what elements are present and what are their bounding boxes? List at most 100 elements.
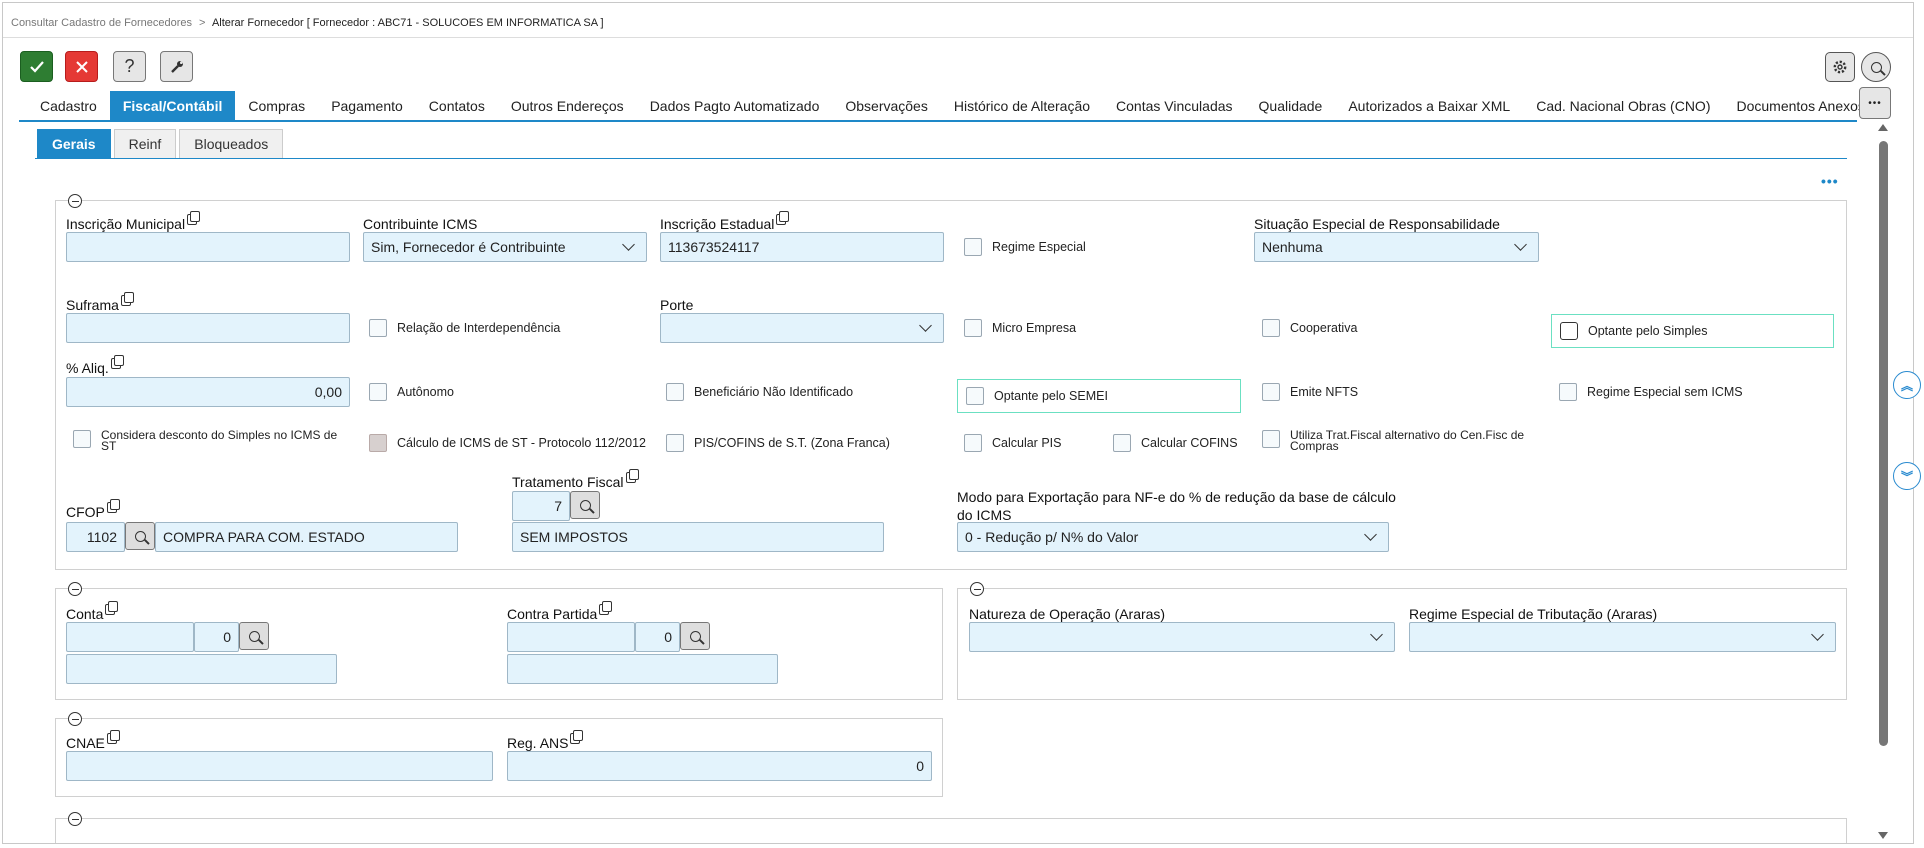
pis-cofins-st-checkbox[interactable]: PIS/COFINS de S.T. (Zona Franca) bbox=[666, 434, 890, 452]
calculo-icms-st-checkbox[interactable]: Cálculo de ICMS de ST - Protocolo 112/20… bbox=[369, 434, 646, 452]
cnae-input[interactable] bbox=[66, 751, 493, 781]
checkbox-box[interactable] bbox=[666, 434, 684, 452]
tab-autorizados-baixar-xml[interactable]: Autorizados a Baixar XML bbox=[1335, 91, 1523, 121]
checkbox-box[interactable] bbox=[964, 434, 982, 452]
cancel-button[interactable] bbox=[65, 51, 98, 82]
conta-number[interactable]: 0 bbox=[194, 622, 239, 652]
copy-icon[interactable] bbox=[570, 730, 584, 744]
micro-empresa-checkbox[interactable]: Micro Empresa bbox=[964, 319, 1076, 337]
scroll-up-icon[interactable] bbox=[1878, 124, 1888, 131]
checkbox-box[interactable] bbox=[1262, 319, 1280, 337]
tab-historico-alteracao[interactable]: Histórico de Alteração bbox=[941, 91, 1103, 121]
emite-nfts-checkbox[interactable]: Emite NFTS bbox=[1262, 383, 1358, 401]
autonomo-checkbox[interactable]: Autônomo bbox=[369, 383, 454, 401]
tab-cad-nacional-obras[interactable]: Cad. Nacional Obras (CNO) bbox=[1523, 91, 1723, 121]
collapse-icon[interactable] bbox=[68, 194, 82, 208]
subtab-gerais[interactable]: Gerais bbox=[37, 129, 111, 159]
cfop-desc[interactable]: COMPRA PARA COM. ESTADO bbox=[155, 522, 458, 552]
copy-icon[interactable] bbox=[106, 730, 120, 744]
tools-button[interactable] bbox=[160, 51, 193, 82]
aliq-input[interactable]: 0,00 bbox=[66, 377, 350, 407]
calcular-pis-checkbox[interactable]: Calcular PIS bbox=[964, 434, 1061, 452]
checkbox-box[interactable] bbox=[964, 238, 982, 256]
scroll-to-top-button[interactable]: ︽ bbox=[1893, 371, 1921, 399]
tratamento-fiscal-desc[interactable]: SEM IMPOSTOS bbox=[512, 522, 884, 552]
copy-icon[interactable] bbox=[105, 601, 119, 615]
collapse-icon[interactable] bbox=[68, 582, 82, 596]
contra-partida-desc[interactable] bbox=[507, 654, 778, 684]
optante-semei-checkbox[interactable]: Optante pelo SEMEI bbox=[957, 379, 1241, 413]
scrollbar-thumb[interactable] bbox=[1879, 141, 1888, 746]
utiliza-trat-checkbox[interactable]: Utiliza Trat.Fiscal alternativo do Cen.F… bbox=[1262, 429, 1524, 452]
contra-partida-input[interactable] bbox=[507, 622, 635, 652]
regime-sem-icms-checkbox[interactable]: Regime Especial sem ICMS bbox=[1559, 383, 1743, 401]
settings-button[interactable] bbox=[1825, 52, 1855, 82]
more-options-icon[interactable]: ••• bbox=[1821, 173, 1839, 189]
collapse-icon[interactable] bbox=[970, 582, 984, 596]
contra-partida-search-button[interactable] bbox=[680, 622, 710, 650]
scroll-to-bottom-button[interactable]: ︾ bbox=[1893, 462, 1921, 490]
confirm-button[interactable] bbox=[20, 51, 53, 82]
vertical-scrollbar[interactable] bbox=[1875, 121, 1891, 839]
more-tabs-button[interactable]: ••• bbox=[1859, 87, 1891, 119]
tratamento-fiscal-search-button[interactable] bbox=[570, 491, 600, 519]
collapse-icon[interactable] bbox=[68, 812, 82, 826]
copy-icon[interactable] bbox=[120, 292, 134, 306]
tab-dados-pagto-automatizado[interactable]: Dados Pagto Automatizado bbox=[637, 91, 833, 121]
beneficiario-checkbox[interactable]: Beneficiário Não Identificado bbox=[666, 383, 853, 401]
copy-icon[interactable] bbox=[187, 211, 201, 225]
breadcrumb-parent[interactable]: Consultar Cadastro de Fornecedores bbox=[11, 17, 192, 29]
relacao-interdependencia-checkbox[interactable]: Relação de Interdependência bbox=[369, 319, 560, 337]
cfop-code[interactable]: 1102 bbox=[66, 522, 125, 552]
checkbox-box[interactable] bbox=[369, 319, 387, 337]
tab-cadastro[interactable]: Cadastro bbox=[27, 91, 110, 121]
conta-desc[interactable] bbox=[66, 654, 337, 684]
checkbox-box[interactable] bbox=[1113, 434, 1131, 452]
cfop-search-button[interactable] bbox=[125, 522, 155, 550]
tab-contas-vinculadas[interactable]: Contas Vinculadas bbox=[1103, 91, 1245, 121]
collapse-icon[interactable] bbox=[68, 712, 82, 726]
checkbox-box[interactable] bbox=[1560, 322, 1578, 340]
tab-contatos[interactable]: Contatos bbox=[416, 91, 498, 121]
inscricao-municipal-input[interactable] bbox=[66, 232, 350, 262]
checkbox-box[interactable] bbox=[1262, 383, 1280, 401]
copy-icon[interactable] bbox=[625, 469, 639, 483]
optante-simples-checkbox[interactable]: Optante pelo Simples bbox=[1551, 314, 1834, 348]
checkbox-box[interactable] bbox=[964, 319, 982, 337]
tab-qualidade[interactable]: Qualidade bbox=[1246, 91, 1336, 121]
tab-pagamento[interactable]: Pagamento bbox=[318, 91, 416, 121]
checkbox-box[interactable] bbox=[73, 430, 91, 448]
checkbox-box[interactable] bbox=[666, 383, 684, 401]
checkbox-box[interactable] bbox=[1559, 383, 1577, 401]
tab-compras[interactable]: Compras bbox=[235, 91, 318, 121]
help-button[interactable]: ? bbox=[113, 51, 146, 82]
checkbox-box[interactable] bbox=[966, 387, 984, 405]
tab-outros-enderecos[interactable]: Outros Endereços bbox=[498, 91, 637, 121]
contra-partida-number[interactable]: 0 bbox=[635, 622, 680, 652]
tratamento-fiscal-code[interactable]: 7 bbox=[512, 491, 570, 521]
copy-icon[interactable] bbox=[599, 601, 613, 615]
regime-especial-trib-select[interactable] bbox=[1409, 622, 1836, 652]
suframa-input[interactable] bbox=[66, 313, 350, 343]
contribuinte-icms-select[interactable]: Sim, Fornecedor é Contribuinte bbox=[363, 232, 647, 262]
copy-icon[interactable] bbox=[776, 211, 790, 225]
conta-search-button[interactable] bbox=[239, 622, 269, 650]
regime-especial-checkbox[interactable]: Regime Especial bbox=[964, 238, 1086, 256]
scroll-down-icon[interactable] bbox=[1878, 832, 1888, 839]
modo-exportacao-select[interactable]: 0 - Redução p/ N% do Valor bbox=[957, 522, 1389, 552]
checkbox-box[interactable] bbox=[1262, 430, 1280, 448]
tab-observacoes[interactable]: Observações bbox=[832, 91, 940, 121]
reg-ans-input[interactable]: 0 bbox=[507, 751, 932, 781]
natureza-operacao-select[interactable] bbox=[969, 622, 1395, 652]
copy-icon[interactable] bbox=[110, 355, 124, 369]
tab-fiscal-contabil[interactable]: Fiscal/Contábil bbox=[109, 91, 236, 121]
copy-icon[interactable] bbox=[106, 499, 120, 513]
situacao-especial-select[interactable]: Nenhuma bbox=[1254, 232, 1539, 262]
search-button[interactable] bbox=[1861, 52, 1891, 82]
subtab-bloqueados[interactable]: Bloqueados bbox=[179, 129, 284, 159]
calcular-cofins-checkbox[interactable]: Calcular COFINS bbox=[1113, 434, 1238, 452]
subtab-reinf[interactable]: Reinf bbox=[113, 129, 177, 159]
considera-desconto-checkbox[interactable]: Considera desconto do Simples no ICMS de… bbox=[73, 429, 337, 452]
tab-documentos-anexos[interactable]: Documentos Anexos bbox=[1723, 91, 1877, 121]
porte-select[interactable] bbox=[660, 313, 944, 343]
